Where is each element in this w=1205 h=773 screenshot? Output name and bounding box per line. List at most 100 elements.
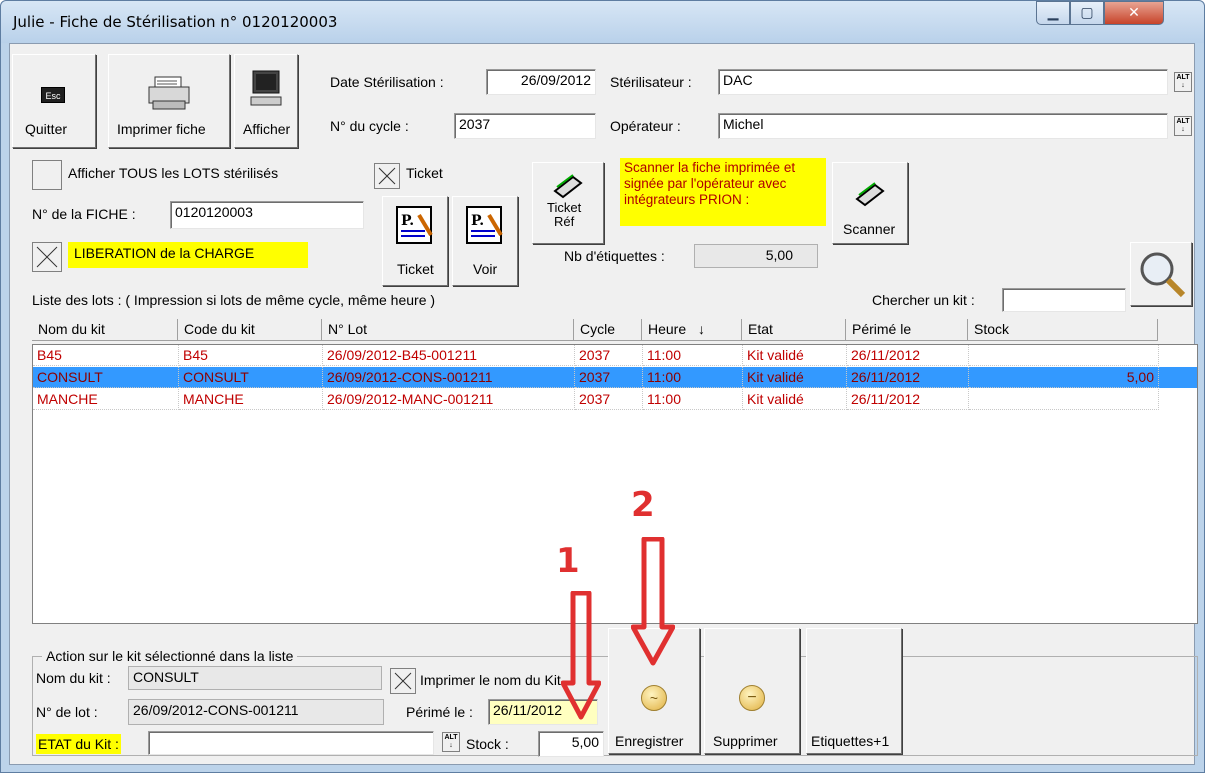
col-lot[interactable]: N° Lot xyxy=(322,319,574,341)
scan-note: Scanner la fiche imprimée et signée par … xyxy=(620,158,826,226)
voir-button[interactable]: P. Voir xyxy=(452,196,518,286)
cell-heure: 11:00 xyxy=(643,367,743,388)
ticket-checkbox[interactable] xyxy=(374,163,400,189)
date-sterilisation-field[interactable]: 26/09/2012 xyxy=(486,69,596,95)
liberation-checkbox[interactable] xyxy=(32,242,62,272)
nom-kit-value: CONSULT xyxy=(128,666,382,690)
supprimer-button[interactable]: − Supprimer xyxy=(704,628,800,754)
col-heure[interactable]: Heure ↓ xyxy=(642,319,742,341)
annotation-number-2: 2 xyxy=(631,485,655,525)
scanner-button[interactable]: Scanner xyxy=(832,162,908,244)
table-row[interactable]: MANCHE MANCHE 26/09/2012-MANC-001211 203… xyxy=(33,389,1197,410)
ticket-checkbox-label: Ticket xyxy=(406,165,443,181)
ticket-ref-button[interactable]: Ticket Réf xyxy=(532,162,604,244)
main-panel: Esc Quitter Imprimer fiche Afficher Date… xyxy=(9,43,1198,765)
minimize-button[interactable]: ▁ xyxy=(1036,1,1070,25)
cell-lot: 26/09/2012-B45-001211 xyxy=(323,345,575,366)
quitter-label: Quitter xyxy=(25,121,68,137)
afficher-label: Afficher xyxy=(243,121,291,137)
etat-kit-field[interactable] xyxy=(148,731,434,755)
sterilisateur-label: Stérilisateur : xyxy=(610,74,692,90)
ticket-button-label: Ticket xyxy=(397,261,434,277)
nom-kit-label: Nom du kit : xyxy=(36,670,111,686)
action-groupbox-legend: Action sur le kit sélectionné dans la li… xyxy=(42,648,298,664)
date-sterilisation-label: Date Stérilisation : xyxy=(330,74,444,90)
lots-table-header: Nom du kit Code du kit N° Lot Cycle Heur… xyxy=(32,319,1158,341)
cycle-field[interactable]: 2037 xyxy=(454,113,596,139)
nb-etiquettes-value: 5,00 xyxy=(694,244,818,268)
cell-lot: 26/09/2012-MANC-001211 xyxy=(323,389,575,410)
maximize-button[interactable]: ▢ xyxy=(1070,1,1104,25)
table-row[interactable]: B45 B45 26/09/2012-B45-001211 2037 11:00… xyxy=(33,345,1197,366)
cell-perime: 26/11/2012 xyxy=(847,389,969,410)
cell-stock xyxy=(969,345,1159,366)
annotation-arrow-1 xyxy=(561,591,601,720)
afficher-tous-checkbox[interactable] xyxy=(32,160,62,190)
application-window: Julie - Fiche de Stérilisation n° 012012… xyxy=(0,0,1205,773)
search-kit-button[interactable] xyxy=(1130,242,1192,306)
nb-etiquettes-label: Nb d'étiquettes : xyxy=(564,248,665,264)
annotation-arrow-2 xyxy=(631,537,675,666)
table-row-selected[interactable]: CONSULT CONSULT 26/09/2012-CONS-001211 2… xyxy=(33,367,1197,388)
cell-perime: 26/11/2012 xyxy=(847,345,969,366)
maximize-icon: ▢ xyxy=(1080,4,1094,20)
esc-key-icon: Esc xyxy=(41,87,65,103)
annotation-number-1: 1 xyxy=(556,541,580,581)
title-bar: Julie - Fiche de Stérilisation n° 012012… xyxy=(1,1,1204,43)
sort-down-icon: ↓ xyxy=(698,321,706,337)
cell-lot: 26/09/2012-CONS-001211 xyxy=(323,367,575,388)
ticket-ref-label: Ticket Réf xyxy=(547,200,582,229)
col-code-kit[interactable]: Code du kit xyxy=(178,319,322,341)
afficher-button[interactable]: Afficher xyxy=(234,54,298,148)
cycle-label: N° du cycle : xyxy=(330,118,409,134)
voir-button-label: Voir xyxy=(473,261,498,277)
ticket-button[interactable]: P. Ticket xyxy=(382,196,448,286)
imprimer-nom-checkbox[interactable] xyxy=(390,668,416,694)
lots-table[interactable]: B45 B45 26/09/2012-B45-001211 2037 11:00… xyxy=(32,344,1198,624)
operateur-label: Opérateur : xyxy=(610,118,681,134)
stock-label: Stock : xyxy=(466,736,509,752)
quitter-button[interactable]: Esc Quitter xyxy=(12,54,96,148)
cell-nom: B45 xyxy=(33,345,179,366)
close-button[interactable]: ✕ xyxy=(1104,1,1164,25)
liberation-label: LIBERATION de la CHARGE xyxy=(68,242,308,268)
chercher-kit-input[interactable] xyxy=(1002,288,1126,312)
close-icon: ✕ xyxy=(1128,4,1140,20)
document-edit-icon: P. xyxy=(396,206,433,244)
lot-label: N° de lot : xyxy=(36,704,98,720)
fiche-label: N° de la FICHE : xyxy=(32,206,136,222)
scanner-icon xyxy=(855,182,885,207)
imprimer-nom-label: Imprimer le nom du Kit xyxy=(420,672,561,688)
imprimer-fiche-label: Imprimer fiche xyxy=(117,121,206,137)
computer-monitor-icon xyxy=(250,70,282,106)
cell-code: CONSULT xyxy=(179,367,323,388)
etiquettes-label: Etiquettes+1 xyxy=(811,733,890,749)
col-cycle[interactable]: Cycle xyxy=(574,319,642,341)
sterilisateur-field[interactable]: DAC xyxy=(718,69,1168,95)
etiquettes-button[interactable]: Etiquettes+1 xyxy=(806,628,902,754)
cell-cycle: 2037 xyxy=(575,367,643,388)
check-cross-icon xyxy=(394,672,412,690)
col-etat[interactable]: Etat xyxy=(742,319,846,341)
col-stock[interactable]: Stock xyxy=(968,319,1158,341)
operateur-field[interactable]: Michel xyxy=(718,113,1168,139)
perime-label: Périmé le : xyxy=(406,704,473,720)
sterilisateur-alt-button[interactable]: ALT ↓ xyxy=(1174,72,1192,92)
imprimer-fiche-button[interactable]: Imprimer fiche xyxy=(108,54,230,148)
operateur-alt-button[interactable]: ALT ↓ xyxy=(1174,116,1192,136)
cell-nom: CONSULT xyxy=(33,367,179,388)
cell-etat: Kit validé xyxy=(743,367,847,388)
col-perime[interactable]: Périmé le xyxy=(846,319,968,341)
check-cross-icon xyxy=(378,167,396,185)
enregistrer-label: Enregistrer xyxy=(615,733,684,749)
supprimer-label: Supprimer xyxy=(713,733,778,749)
col-nom-kit[interactable]: Nom du kit xyxy=(32,319,178,341)
chercher-kit-label: Chercher un kit : xyxy=(872,292,975,308)
scanner-button-label: Scanner xyxy=(843,221,896,237)
cell-perime: 26/11/2012 xyxy=(847,367,969,388)
fiche-field[interactable]: 0120120003 xyxy=(170,201,364,229)
etat-kit-label: ETAT du Kit : xyxy=(36,734,121,754)
etat-kit-alt-button[interactable]: ALT ↓ xyxy=(442,732,460,752)
stock-field[interactable]: 5,00 xyxy=(538,731,604,757)
cell-stock xyxy=(969,389,1159,410)
